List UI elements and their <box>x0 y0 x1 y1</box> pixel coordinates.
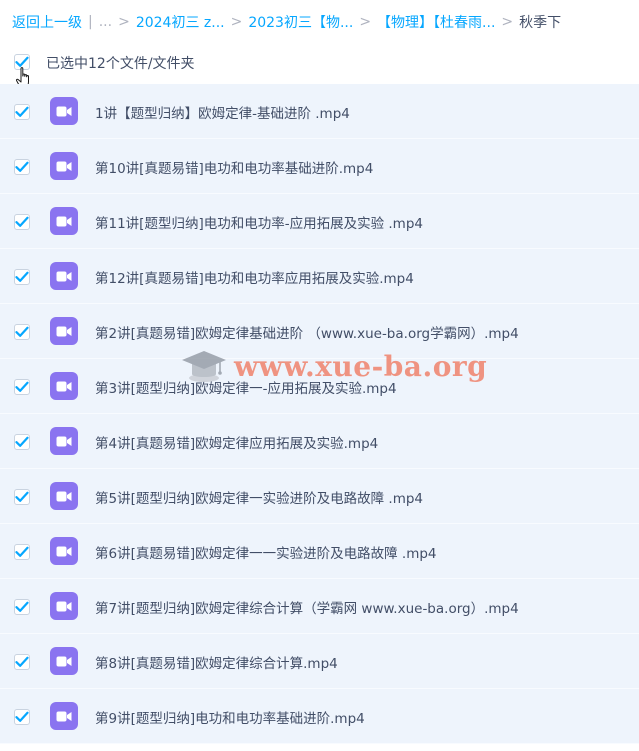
file-row[interactable]: 第9讲[题型归纳]电功和电功率基础进阶.mp4 <box>0 689 639 744</box>
file-checkbox[interactable] <box>14 599 30 615</box>
breadcrumb-current: 秋季下 <box>519 15 562 31</box>
video-icon <box>50 482 78 510</box>
chevron-right-icon: > <box>501 14 514 30</box>
file-row[interactable]: 第3讲[题型归纳]欧姆定律一-应用拓展及实验.mp4 <box>0 359 639 414</box>
file-row[interactable]: 第4讲[真题易错]欧姆定律应用拓展及实验.mp4 <box>0 414 639 469</box>
chevron-right-icon: > <box>118 14 130 30</box>
file-checkbox[interactable] <box>14 544 30 560</box>
breadcrumb-divider: | <box>88 14 93 30</box>
chevron-right-icon: > <box>359 14 372 30</box>
file-checkbox[interactable] <box>14 269 30 285</box>
file-name[interactable]: 第6讲[真题易错]欧姆定律一一实验进阶及电路故障 .mp4 <box>95 542 437 562</box>
breadcrumb-item[interactable]: 【物理】【杜春雨... <box>377 12 495 32</box>
check-icon <box>15 491 29 502</box>
check-icon <box>15 216 29 227</box>
check-icon <box>15 601 29 612</box>
check-icon <box>15 546 29 557</box>
file-name[interactable]: 第9讲[题型归纳]电功和电功率基础进阶.mp4 <box>95 707 365 727</box>
breadcrumb-item[interactable]: 2024初三 z... <box>136 12 225 32</box>
file-name[interactable]: 第8讲[真题易错]欧姆定律综合计算.mp4 <box>95 652 338 672</box>
file-row[interactable]: 第2讲[真题易错]欧姆定律基础进阶 （www.xue-ba.org学霸网）.mp… <box>0 304 639 359</box>
file-checkbox[interactable] <box>14 654 30 670</box>
file-checkbox[interactable] <box>14 324 30 340</box>
file-name[interactable]: 第5讲[题型归纳]欧姆定律一实验进阶及电路故障 .mp4 <box>95 487 423 507</box>
check-icon <box>15 381 29 392</box>
file-row[interactable]: 第6讲[真题易错]欧姆定律一一实验进阶及电路故障 .mp4 <box>0 524 639 579</box>
breadcrumb-ellipsis[interactable]: ... <box>99 14 112 30</box>
video-icon <box>50 207 78 235</box>
video-icon <box>50 262 78 290</box>
file-checkbox[interactable] <box>14 709 30 725</box>
file-checkbox[interactable] <box>14 159 30 175</box>
breadcrumb-item[interactable]: 2023初三【物... <box>248 12 353 32</box>
chevron-right-icon: > <box>230 14 243 30</box>
file-name[interactable]: 第2讲[真题易错]欧姆定律基础进阶 （www.xue-ba.org学霸网）.mp… <box>95 322 519 342</box>
file-row[interactable]: 第7讲[题型归纳]欧姆定律综合计算（学霸网 www.xue-ba.org）.mp… <box>0 579 639 634</box>
check-icon <box>15 106 29 117</box>
file-checkbox[interactable] <box>14 434 30 450</box>
file-row[interactable]: 第5讲[题型归纳]欧姆定律一实验进阶及电路故障 .mp4 <box>0 469 639 524</box>
back-link[interactable]: 返回上一级 <box>12 12 82 32</box>
video-icon <box>50 372 78 400</box>
check-icon <box>15 436 29 447</box>
file-name[interactable]: 1讲【题型归纳】欧姆定律-基础进阶 .mp4 <box>95 102 350 122</box>
video-icon <box>50 152 78 180</box>
video-icon <box>50 702 78 730</box>
video-icon <box>50 317 78 345</box>
file-checkbox[interactable] <box>14 104 30 120</box>
file-row[interactable]: 第12讲[真题易错]电功和电功率应用拓展及实验.mp4 <box>0 249 639 304</box>
file-name[interactable]: 第7讲[题型归纳]欧姆定律综合计算（学霸网 www.xue-ba.org）.mp… <box>95 597 519 617</box>
file-checkbox[interactable] <box>14 379 30 395</box>
file-name[interactable]: 第11讲[题型归纳]电功和电功率-应用拓展及实验 .mp4 <box>95 212 423 232</box>
video-icon <box>50 647 78 675</box>
video-icon <box>50 427 78 455</box>
selection-bar: 已选中12个文件/文件夹 <box>0 50 639 88</box>
file-row[interactable]: 第11讲[题型归纳]电功和电功率-应用拓展及实验 .mp4 <box>0 194 639 249</box>
video-icon <box>50 592 78 620</box>
file-checkbox[interactable] <box>14 489 30 505</box>
selection-count: 已选中12个文件/文件夹 <box>46 56 195 72</box>
video-icon <box>50 537 78 565</box>
check-icon <box>15 271 29 282</box>
file-row[interactable]: 1讲【题型归纳】欧姆定律-基础进阶 .mp4 <box>0 84 639 139</box>
check-icon <box>15 326 29 337</box>
file-row[interactable]: 第10讲[真题易错]电功和电功率基础进阶.mp4 <box>0 139 639 194</box>
file-name[interactable]: 第3讲[题型归纳]欧姆定律一-应用拓展及实验.mp4 <box>95 377 397 397</box>
check-icon <box>15 656 29 667</box>
check-icon <box>15 161 29 172</box>
file-row[interactable]: 第8讲[真题易错]欧姆定律综合计算.mp4 <box>0 634 639 689</box>
file-name[interactable]: 第4讲[真题易错]欧姆定律应用拓展及实验.mp4 <box>95 432 378 452</box>
file-name[interactable]: 第10讲[真题易错]电功和电功率基础进阶.mp4 <box>95 157 373 177</box>
file-list: 1讲【题型归纳】欧姆定律-基础进阶 .mp4 第10讲[真题易错]电功和电功率基… <box>0 84 639 744</box>
check-icon <box>15 711 29 722</box>
file-name[interactable]: 第12讲[真题易错]电功和电功率应用拓展及实验.mp4 <box>95 267 414 287</box>
breadcrumb: 返回上一级 | ... > 2024初三 z... > 2023初三【物... … <box>12 11 561 33</box>
file-checkbox[interactable] <box>14 214 30 230</box>
video-icon <box>50 97 78 125</box>
